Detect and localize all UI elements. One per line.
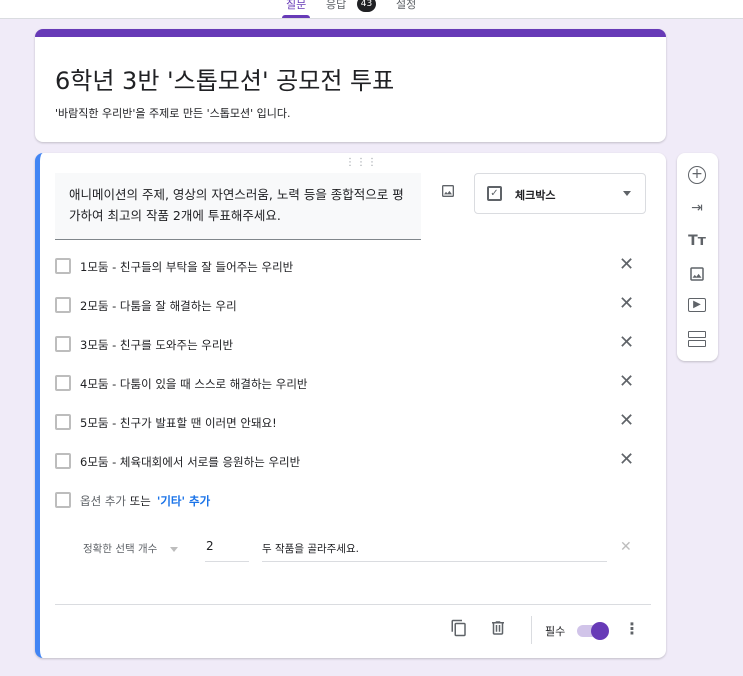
floating-toolbar: + ⇥ Tт ▶	[677, 153, 718, 361]
option-item: 2모둠 - 다툼을 잘 해결하는 우리 ✕	[55, 293, 640, 315]
option-text[interactable]: 4모둠 - 다툼이 있을 때 스스로 해결하는 우리반	[80, 376, 308, 392]
form-header-card[interactable]: 6학년 3반 '스톱모션' 공모전 투표 '바람직한 우리반'을 주제로 만든 …	[35, 29, 666, 142]
form-title[interactable]: 6학년 3반 '스톱모션' 공모전 투표	[55, 61, 394, 96]
required-label: 필수	[545, 625, 566, 638]
checkbox[interactable]	[55, 297, 71, 313]
remove-option-icon[interactable]: ✕	[619, 410, 634, 431]
remove-option-icon[interactable]: ✕	[619, 371, 634, 392]
option-item: 6모둠 - 체육대회에서 서로를 응원하는 우리반 ✕	[55, 449, 640, 471]
add-title-icon[interactable]: Tт	[688, 232, 706, 250]
tab-settings[interactable]: 설정	[396, 0, 416, 12]
checkbox[interactable]	[55, 375, 71, 391]
option-text[interactable]: 6모둠 - 체육대회에서 서로를 응원하는 우리반	[80, 454, 300, 470]
divider	[262, 561, 607, 562]
tab-questions[interactable]: 질문	[281, 0, 311, 18]
option-item: 5모둠 - 친구가 발표할 땐 이러면 안돼요! ✕	[55, 410, 640, 432]
tab-responses[interactable]: 응답	[326, 0, 346, 12]
divider	[55, 604, 651, 605]
option-item: 3모둠 - 친구를 도와주는 우리반 ✕	[55, 332, 640, 354]
remove-option-icon[interactable]: ✕	[619, 293, 634, 314]
validation-rule-dropdown[interactable]: 정확한 선택 개수	[83, 541, 157, 556]
remove-option-icon[interactable]: ✕	[619, 254, 634, 275]
drag-handle-icon[interactable]: ⋮⋮⋮	[345, 157, 378, 168]
duplicate-icon[interactable]	[450, 619, 468, 637]
option-item: 4모둠 - 다툼이 있을 때 스스로 해결하는 우리반 ✕	[55, 371, 640, 393]
add-option-row: 옵션 추가 또는 '기타' 추가	[55, 490, 640, 510]
add-option-link[interactable]: 옵션 추가	[80, 494, 126, 508]
response-count-badge: 43	[357, 0, 376, 12]
chevron-down-icon	[623, 191, 631, 200]
option-item: 1모둠 - 친구들의 부탁을 잘 들어주는 우리반 ✕	[55, 254, 640, 276]
import-questions-icon[interactable]: ⇥	[688, 199, 706, 217]
add-video-icon[interactable]: ▶	[688, 298, 706, 312]
question-type-dropdown[interactable]: ✓ 체크박스	[474, 173, 646, 214]
checkbox[interactable]	[55, 258, 71, 274]
remove-option-icon[interactable]: ✕	[619, 449, 634, 470]
add-question-icon[interactable]: +	[688, 166, 706, 184]
add-image-icon[interactable]	[440, 183, 456, 199]
checkbox[interactable]	[55, 414, 71, 430]
validation-count-input[interactable]: 2	[206, 539, 214, 553]
more-options-icon[interactable]: ⋮	[624, 619, 640, 638]
option-text[interactable]: 2모둠 - 다툼을 잘 해결하는 우리	[80, 298, 237, 314]
option-text[interactable]: 1모둠 - 친구들의 부탁을 잘 들어주는 우리반	[80, 259, 293, 275]
validation-error-input[interactable]: 두 작품을 골라주세요.	[262, 541, 359, 556]
question-type-label: 체크박스	[515, 189, 556, 202]
add-image-icon[interactable]	[688, 265, 706, 283]
delete-icon[interactable]	[489, 619, 507, 637]
remove-option-icon[interactable]: ✕	[619, 332, 634, 353]
add-other-link[interactable]: '기타' 추가	[157, 494, 210, 508]
required-toggle[interactable]	[577, 622, 609, 640]
checkbox[interactable]	[55, 453, 71, 469]
option-text[interactable]: 3모둠 - 친구를 도와주는 우리반	[80, 337, 233, 353]
checkbox-icon: ✓	[487, 186, 502, 201]
top-nav: 질문 응답 43 설정	[0, 0, 743, 19]
or-text: 또는	[129, 494, 151, 508]
divider	[531, 616, 532, 644]
option-text[interactable]: 5모둠 - 친구가 발표할 땐 이러면 안돼요!	[80, 415, 277, 431]
close-validation-icon[interactable]: ✕	[620, 539, 632, 555]
divider	[205, 561, 249, 562]
form-description[interactable]: '바람직한 우리반'을 주제로 만든 '스톱모션' 입니다.	[55, 105, 290, 121]
question-card[interactable]: ⋮⋮⋮ 애니메이션의 주제, 영상의 자연스러움, 노력 등을 종합적으로 평가…	[35, 153, 666, 658]
question-text-input[interactable]: 애니메이션의 주제, 영상의 자연스러움, 노력 등을 종합적으로 평가하여 최…	[55, 173, 421, 240]
checkbox	[55, 492, 71, 508]
add-section-icon[interactable]	[688, 331, 706, 349]
checkbox[interactable]	[55, 336, 71, 352]
chevron-down-icon	[170, 547, 178, 556]
